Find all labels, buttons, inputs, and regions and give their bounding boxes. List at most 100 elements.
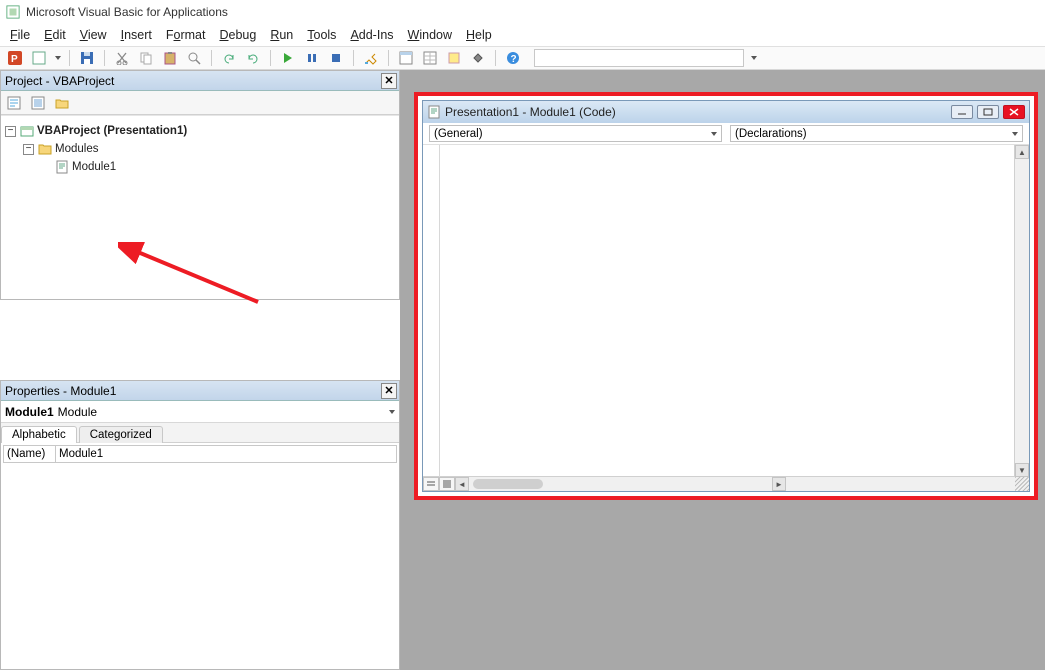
position-field (534, 49, 744, 67)
tree-root[interactable]: − VBAProject (Presentation1) (5, 122, 395, 140)
project-panel-title: Project - VBAProject (5, 74, 114, 88)
view-code-icon[interactable] (5, 94, 23, 112)
undo-icon[interactable] (220, 49, 238, 67)
dropdown-arrow-icon[interactable] (751, 56, 757, 60)
toolbox-icon[interactable] (469, 49, 487, 67)
menubar: File Edit View Insert Format Debug Run T… (0, 24, 1045, 46)
scroll-up-button[interactable]: ▲ (1015, 145, 1029, 159)
project-panel-title-bar: Project - VBAProject ✕ (1, 71, 399, 91)
full-module-view-button[interactable] (439, 477, 455, 491)
expander-minus-icon[interactable]: − (5, 126, 16, 137)
svg-text:?: ? (511, 54, 517, 65)
chevron-down-icon (389, 410, 395, 414)
toolbar-separator (211, 50, 212, 66)
toolbar-separator (69, 50, 70, 66)
object-dropdown[interactable]: (General) (429, 125, 722, 142)
menu-insert[interactable]: Insert (121, 28, 152, 42)
properties-object-name: Module1 (5, 405, 54, 419)
maximize-button[interactable] (977, 105, 999, 119)
annotation-highlight-box: Presentation1 - Module1 (Code) (General)… (414, 92, 1038, 500)
tree-folder-label: Modules (55, 143, 98, 155)
properties-panel-title: Properties - Module1 (5, 384, 116, 398)
scroll-thumb[interactable] (473, 479, 543, 489)
code-window: Presentation1 - Module1 (Code) (General)… (422, 100, 1030, 492)
view-powerpoint-icon[interactable]: P (6, 49, 24, 67)
toolbar-separator (495, 50, 496, 66)
tree-item-module1[interactable]: Module1 (41, 158, 395, 176)
toggle-folders-icon[interactable] (53, 94, 71, 112)
help-icon[interactable]: ? (504, 49, 522, 67)
insert-item-icon[interactable] (30, 49, 48, 67)
project-panel-close-button[interactable]: ✕ (381, 73, 397, 89)
module-icon (427, 105, 441, 119)
menu-run[interactable]: Run (270, 28, 293, 42)
tree-item-label: Module1 (72, 161, 116, 173)
properties-window-icon[interactable] (421, 49, 439, 67)
toolbar-separator (388, 50, 389, 66)
cut-icon[interactable] (113, 49, 131, 67)
toolbar-separator (270, 50, 271, 66)
scroll-down-button[interactable]: ▼ (1015, 463, 1029, 477)
expander-minus-icon[interactable]: − (23, 144, 34, 155)
run-icon[interactable] (279, 49, 297, 67)
procedure-dropdown-value: (Declarations) (735, 128, 807, 140)
tab-categorized[interactable]: Categorized (79, 426, 163, 443)
project-icon (20, 124, 34, 138)
property-value[interactable]: Module1 (56, 446, 396, 462)
menu-debug[interactable]: Debug (219, 28, 256, 42)
code-window-title-bar[interactable]: Presentation1 - Module1 (Code) (423, 101, 1029, 123)
menu-format[interactable]: Format (166, 28, 206, 42)
properties-panel: Properties - Module1 ✕ Module1 Module Al… (0, 380, 400, 670)
reset-icon[interactable] (327, 49, 345, 67)
toolbar-separator (353, 50, 354, 66)
horizontal-scrollbar[interactable]: ◄ ► (423, 477, 1029, 491)
properties-object-selector[interactable]: Module1 Module (1, 401, 399, 423)
property-row[interactable]: (Name) Module1 (4, 446, 396, 462)
find-icon[interactable] (185, 49, 203, 67)
tree-folder-modules[interactable]: − Modules (23, 140, 395, 158)
properties-tabs: Alphabetic Categorized (1, 423, 399, 443)
menu-addins[interactable]: Add-Ins (350, 28, 393, 42)
paste-icon[interactable] (161, 49, 179, 67)
menu-tools[interactable]: Tools (307, 28, 336, 42)
object-browser-icon[interactable] (445, 49, 463, 67)
dropdown-arrow-icon[interactable] (55, 56, 61, 60)
svg-text:P: P (11, 54, 18, 65)
properties-object-type: Module (58, 405, 97, 419)
menu-help[interactable]: Help (466, 28, 492, 42)
project-explorer-icon[interactable] (397, 49, 415, 67)
property-key: (Name) (4, 446, 56, 462)
break-icon[interactable] (303, 49, 321, 67)
vertical-scrollbar[interactable]: ▲ ▼ (1015, 145, 1029, 477)
code-body: ▲ ▼ ◄ ► (423, 145, 1029, 491)
properties-panel-title-bar: Properties - Module1 ✕ (1, 381, 399, 401)
scroll-left-button[interactable]: ◄ (455, 477, 469, 491)
tree-root-label: VBAProject (Presentation1) (37, 125, 187, 137)
procedure-dropdown[interactable]: (Declarations) (730, 125, 1023, 142)
vba-app-icon (6, 5, 20, 19)
redo-icon[interactable] (244, 49, 262, 67)
copy-icon[interactable] (137, 49, 155, 67)
menu-edit[interactable]: Edit (44, 28, 66, 42)
code-margin-line (439, 145, 440, 477)
minimize-button[interactable] (951, 105, 973, 119)
close-button[interactable] (1003, 105, 1025, 119)
view-object-icon[interactable] (29, 94, 47, 112)
code-window-title: Presentation1 - Module1 (Code) (445, 105, 616, 119)
code-editor[interactable] (423, 145, 1015, 477)
menu-window[interactable]: Window (408, 28, 452, 42)
design-mode-icon[interactable] (362, 49, 380, 67)
module-icon (55, 160, 69, 174)
project-mini-toolbar (1, 91, 399, 115)
save-icon[interactable] (78, 49, 96, 67)
tab-alphabetic[interactable]: Alphabetic (1, 426, 77, 443)
menu-file[interactable]: File (10, 28, 30, 42)
procedure-view-button[interactable] (423, 477, 439, 491)
scroll-right-button[interactable]: ► (772, 477, 786, 491)
menu-view[interactable]: View (80, 28, 107, 42)
app-title-bar: Microsoft Visual Basic for Applications (0, 0, 1045, 24)
resize-grip[interactable] (1015, 477, 1029, 491)
project-explorer-panel: Project - VBAProject ✕ − VBAProject (Pre… (0, 70, 400, 300)
main-toolbar: P ? (0, 46, 1045, 70)
properties-panel-close-button[interactable]: ✕ (381, 383, 397, 399)
